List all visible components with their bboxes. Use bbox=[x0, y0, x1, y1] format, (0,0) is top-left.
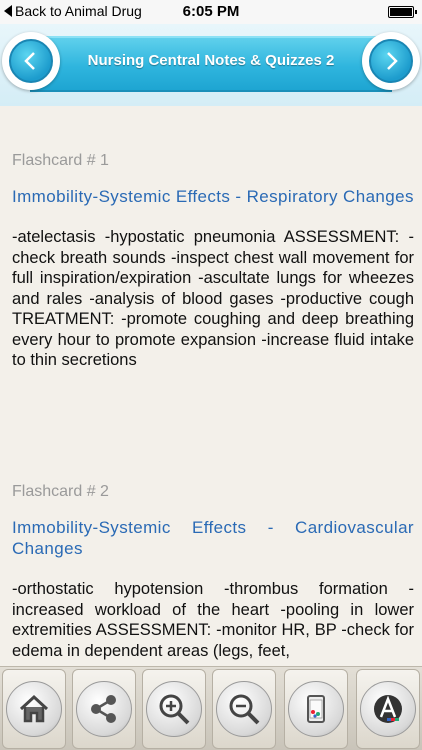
status-time: 6:05 PM bbox=[182, 3, 240, 20]
zoom-out-button[interactable] bbox=[212, 669, 276, 749]
tablet-button[interactable] bbox=[284, 669, 348, 749]
font-color-icon bbox=[360, 681, 416, 737]
flashcard-title: Immobility-Systemic Effects - Cardiovasc… bbox=[12, 518, 414, 558]
share-button[interactable] bbox=[72, 669, 136, 749]
zoom-out-icon bbox=[216, 681, 272, 737]
zoom-in-button[interactable] bbox=[142, 669, 206, 749]
bottom-toolbar bbox=[0, 666, 422, 750]
tablet-icon bbox=[288, 681, 344, 737]
flashcard-number: Flashcard # 1 bbox=[12, 152, 109, 169]
battery-icon bbox=[388, 6, 417, 18]
flashcard-list[interactable]: Flashcard # 1 Immobility-Systemic Effect… bbox=[0, 106, 422, 666]
page-title: Nursing Central Notes & Quizzes 2 bbox=[87, 52, 335, 69]
status-bar: Back to Animal Drug 6:05 PM bbox=[0, 0, 422, 24]
flashcard-number: Flashcard # 2 bbox=[12, 483, 109, 500]
flashcard-body: -orthostatic hypotension -thrombus forma… bbox=[12, 580, 414, 660]
home-icon bbox=[6, 681, 62, 737]
flashcard: Flashcard # 1 Immobility-Systemic Effect… bbox=[12, 152, 414, 371]
flashcard: Flashcard # 2 Immobility-Systemic Effect… bbox=[12, 483, 414, 661]
previous-button[interactable] bbox=[2, 32, 60, 90]
next-button[interactable] bbox=[362, 32, 420, 90]
flashcard-title: Immobility-Systemic Effects - Respirator… bbox=[12, 187, 414, 206]
font-button[interactable] bbox=[356, 669, 420, 749]
share-icon bbox=[76, 681, 132, 737]
home-button[interactable] bbox=[2, 669, 66, 749]
flashcard-body: -atelectasis -hypostatic pneumonia ASSES… bbox=[12, 228, 414, 369]
chevron-right-icon bbox=[369, 39, 413, 83]
header: Nursing Central Notes & Quizzes 2 bbox=[0, 24, 422, 106]
chevron-left-icon bbox=[9, 39, 53, 83]
zoom-in-icon bbox=[146, 681, 202, 737]
